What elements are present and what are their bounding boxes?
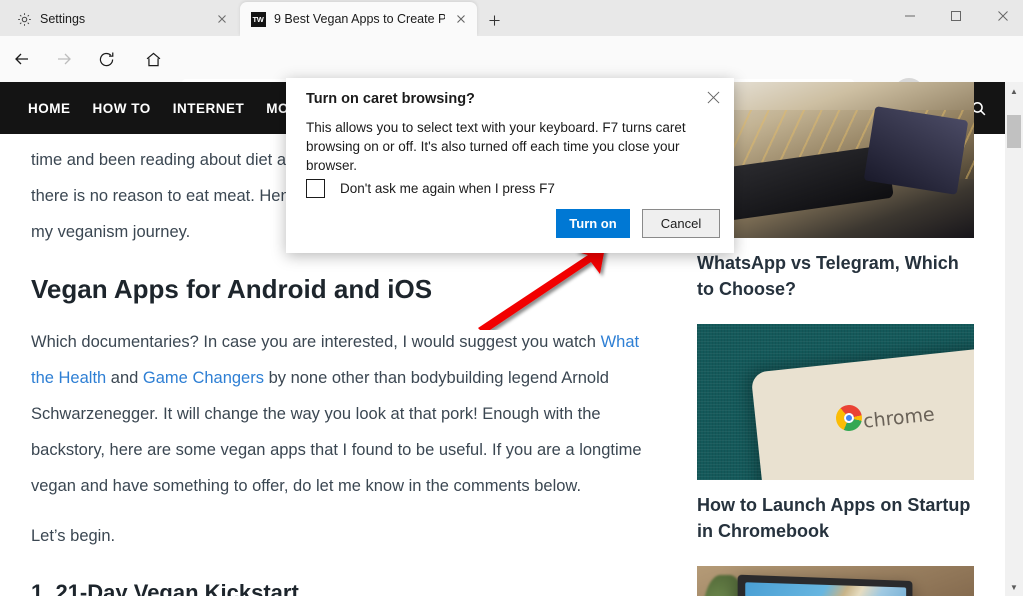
bridge-devices-photo	[697, 82, 974, 238]
dont-ask-again-checkbox[interactable]	[306, 179, 325, 198]
close-icon[interactable]	[214, 11, 230, 27]
nav-links: HOME HOW TO INTERNET MORE	[28, 82, 324, 134]
gear-icon	[16, 11, 32, 27]
nav-item-home[interactable]: HOME	[28, 101, 71, 116]
close-icon[interactable]	[453, 11, 469, 27]
home-button[interactable]	[137, 43, 169, 75]
paragraph-text: by none other than bodybuilding legend A…	[31, 369, 642, 495]
page-scrollbar[interactable]: ▲ ▼	[1005, 82, 1023, 596]
tab-techwiser[interactable]: TW 9 Best Vegan Apps to Create Pla	[240, 2, 477, 36]
article-paragraph-3: Let’s begin.	[31, 527, 116, 545]
browser-window: Settings TW 9 Best Vegan Apps to Create …	[0, 0, 1023, 596]
techwiser-favicon: TW	[250, 11, 266, 27]
dialog-close-icon[interactable]	[700, 84, 726, 110]
dont-ask-again-label: Don't ask me again when I press F7	[340, 181, 555, 196]
dialog-body-text: This allows you to select text with your…	[306, 120, 686, 173]
tab-title: Settings	[40, 12, 86, 26]
window-minimize-button[interactable]	[887, 0, 933, 32]
window-close-button[interactable]	[980, 0, 1023, 32]
scrollbar-thumb[interactable]	[1007, 115, 1021, 148]
sidebar-card[interactable]: WhatsApp vs Telegram, Which to Choose?	[697, 82, 974, 316]
scroll-down-arrow[interactable]: ▼	[1005, 578, 1023, 596]
article-subheading: 1. 21-Day Vegan Kickstart	[31, 580, 299, 596]
back-button[interactable]	[6, 43, 38, 75]
tablet-map-photo	[697, 566, 974, 596]
link-game-changers[interactable]: Game Changers	[143, 369, 264, 387]
cancel-button[interactable]: Cancel	[642, 209, 720, 238]
new-tab-button[interactable]	[482, 8, 506, 32]
scroll-up-arrow[interactable]: ▲	[1005, 82, 1023, 100]
paragraph-text: and	[106, 369, 143, 387]
sidebar-card[interactable]: chrome How to Launch Apps on Startup in …	[697, 324, 974, 558]
nav-item-how-to[interactable]: HOW TO	[93, 101, 151, 116]
nav-label: HOW TO	[92, 100, 151, 116]
tab-title: 9 Best Vegan Apps to Create Pla	[274, 12, 445, 26]
article-heading: Vegan Apps for Android and iOS	[31, 274, 433, 304]
sidebar-card[interactable]	[697, 566, 974, 596]
browser-toolbar: https://techwiser.com/9-best-vegan-apps-…	[0, 36, 1023, 111]
dialog-checkbox-row[interactable]: Don't ask me again when I press F7	[306, 179, 555, 198]
nav-label: HOME	[28, 100, 71, 116]
card-title[interactable]: How to Launch Apps on Startup in Chromeb…	[697, 480, 974, 558]
nav-label: INTERNET	[172, 100, 245, 116]
chromebook-lid-photo: chrome	[697, 324, 974, 480]
paragraph-text: Which documentaries? In case you are int…	[31, 333, 601, 351]
sidebar-related-articles: WhatsApp vs Telegram, Which to Choose? c…	[697, 82, 974, 596]
forward-button	[48, 43, 80, 75]
refresh-button[interactable]	[90, 43, 122, 75]
window-maximize-button[interactable]	[933, 0, 979, 32]
tab-settings[interactable]: Settings	[6, 2, 238, 36]
nav-item-internet[interactable]: INTERNET	[173, 101, 245, 116]
card-title[interactable]: WhatsApp vs Telegram, Which to Choose?	[697, 238, 974, 316]
article-paragraph-2: Which documentaries? In case you are int…	[31, 324, 661, 504]
dialog-buttons: Turn on Cancel	[556, 209, 720, 238]
caret-browsing-dialog: Turn on caret browsing? This allows you …	[286, 78, 734, 253]
dialog-title: Turn on caret browsing?	[306, 91, 475, 107]
turn-on-button[interactable]: Turn on	[556, 209, 630, 238]
title-bar: Settings TW 9 Best Vegan Apps to Create …	[0, 0, 1023, 36]
